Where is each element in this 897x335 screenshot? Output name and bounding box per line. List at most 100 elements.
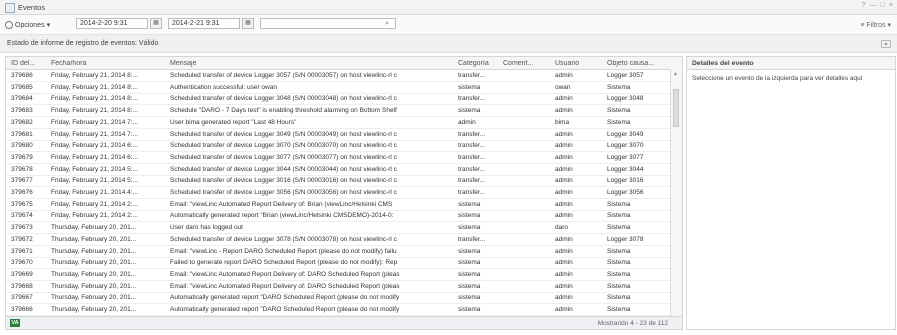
column-header-user[interactable]: Usuario [555,60,603,67]
table-row[interactable]: 379667 Thursday, February 20, 201... Autom… [6,292,670,305]
table-row[interactable]: 379678 Friday, February 21, 2014 5:... Sch… [6,164,670,176]
cell-user: admin [555,95,573,103]
cell-id: 379676 [11,189,33,196]
minimize-icon[interactable]: — [870,2,877,9]
cell-id: 379673 [11,224,33,232]
cell-datetime: Friday, February 21, 2014 5:... [51,177,138,185]
search-input[interactable]: ⌕ [260,18,396,29]
collapse-icon[interactable]: ▲ [881,40,891,48]
column-header-category[interactable]: Categoría [458,60,502,67]
cell-object: Sistema [607,200,631,208]
cell-user: bima [555,118,570,126]
scroll-up-icon[interactable]: ▲ [673,71,678,77]
cell-id: 379672 [11,235,33,243]
vertical-scrollbar[interactable]: ▲ [670,69,682,316]
cell-message: Email: "viewLinc Automated Report Delive… [170,270,400,278]
table-row[interactable]: 379684 Friday, February 21, 2014 8:... Sch… [6,93,670,106]
cell-category: sistema [458,200,481,208]
date-from-field[interactable]: 2014-2-20 9:31 [76,18,148,29]
cell-id: 379674 [11,212,33,220]
cell-category: transfer... [458,95,486,103]
filters-button[interactable]: ≡ Filtros ▾ [860,21,891,30]
cell-category: sistema [458,282,481,290]
cell-category: transfer... [458,189,486,196]
scrollbar-thumb[interactable] [673,89,679,127]
cell-id: 379675 [11,200,33,208]
cell-user: admin [555,282,573,290]
table-row[interactable]: 379668 Thursday, February 20, 201... Email… [6,281,670,293]
cell-object: Sistema [607,212,631,220]
cell-category: sistema [458,212,481,220]
cell-datetime: Friday, February 21, 2014 6:... [51,153,138,161]
cell-datetime: Thursday, February 20, 201... [51,306,137,313]
cell-user: admin [555,189,573,196]
cell-category: sistema [458,306,481,313]
cell-message: Scheduled transfer of device Logger 3044… [170,165,397,173]
close-details-icon[interactable]: » [692,59,892,65]
table-row[interactable]: 379683 Friday, February 21, 2014 8:... Sch… [6,105,670,118]
cell-id: 379682 [11,118,33,126]
cell-category: transfer... [458,130,486,138]
table-row[interactable]: 379686 Friday, February 21, 2014 8:... Sch… [6,70,670,82]
cell-id: 379670 [11,259,33,267]
details-message: Seleccione un evento de la izquierda par… [692,75,863,82]
table-row[interactable]: 379666 Thursday, February 20, 201... Autom… [6,304,670,316]
table-row[interactable]: 379676 Friday, February 21, 2014 4:... Sch… [6,187,670,199]
cell-message: Email: "viewLinc - Report DARO Scheduled… [170,247,397,255]
cell-datetime: Friday, February 21, 2014 8:... [51,83,138,91]
table-row[interactable]: 379670 Thursday, February 20, 201... Faile… [6,257,670,270]
cell-object: Logger 3016 [607,177,644,185]
date-to-field[interactable]: 2014-2-21 9:31 [168,18,240,29]
column-header-message[interactable]: Mensaje [170,60,456,67]
close-icon[interactable]: × [889,2,893,9]
cell-message: Scheduled transfer of device Logger 3049… [170,130,397,138]
cell-id: 379677 [11,177,33,185]
cell-datetime: Friday, February 21, 2014 8:... [51,95,138,103]
table-row[interactable]: 379680 Friday, February 21, 2014 6:... Sch… [6,140,670,153]
cell-category: transfer... [458,165,486,173]
column-header-datetime[interactable]: Fecha/hora [51,60,167,67]
table-row[interactable]: 379669 Thursday, February 20, 201... Email… [6,269,670,281]
search-icon[interactable]: ⌕ [385,20,389,28]
cell-object: Sistema [607,83,631,91]
cell-message: Automatically generated report "Brian (v… [170,212,394,220]
options-button[interactable]: Opciones ▾ [5,21,50,29]
table-row[interactable]: 379673 Thursday, February 20, 201... User … [6,222,670,235]
cell-message: Scheduled transfer of device Logger 3016… [170,177,397,185]
cell-message: Scheduled transfer of device Logger 3057… [170,72,397,79]
cell-message: Scheduled transfer of device Logger 3078… [170,235,397,243]
cell-user: admin [555,153,573,161]
cell-id: 379671 [11,247,33,255]
cell-object: Logger 3048 [607,95,644,103]
table-row[interactable]: 379672 Thursday, February 20, 201... Sched… [6,234,670,246]
column-header-object[interactable]: Objeto causa... [607,60,667,67]
column-header-id[interactable]: ID del... [11,60,48,67]
cell-user: admin [555,142,573,150]
cell-message: Email: "viewLinc Automated Report Delive… [170,200,393,208]
table-row[interactable]: 379681 Friday, February 21, 2014 7:... Sch… [6,129,670,141]
cell-datetime: Friday, February 21, 2014 7:... [51,130,138,138]
cell-message: Automatically generated report "DARO Sch… [170,306,400,313]
window-controls: ? — □ × [862,2,893,9]
vaisala-logo-icon: VA [10,319,20,327]
cell-user: admin [555,165,573,173]
table-row[interactable]: 379685 Friday, February 21, 2014 8:... Aut… [6,82,670,94]
calendar-to-icon[interactable]: ▦ [242,18,254,29]
cell-message: Failed to generate report DARO Scheduled… [170,259,398,267]
calendar-from-icon[interactable]: ▦ [150,18,162,29]
cell-user: owan [555,83,571,91]
filters-label: Filtros [866,21,886,29]
cell-datetime: Friday, February 21, 2014 6:... [51,142,138,150]
maximize-icon[interactable]: □ [881,2,885,9]
cell-object: Logger 3070 [607,142,644,150]
table-row[interactable]: 379675 Friday, February 21, 2014 2:... Ema… [6,199,670,211]
table-row[interactable]: 379674 Friday, February 21, 2014 2:... Aut… [6,210,670,223]
title-bar: Eventos ? — □ × [0,0,897,15]
table-row[interactable]: 379682 Friday, February 21, 2014 7:... Use… [6,117,670,129]
cell-object: Sistema [607,247,631,255]
table-row[interactable]: 379677 Friday, February 21, 2014 5:... Sch… [6,175,670,188]
help-icon[interactable]: ? [862,2,866,9]
column-header-comments[interactable]: Coment... [503,60,549,67]
table-row[interactable]: 379671 Thursday, February 20, 201... Email… [6,246,670,258]
table-row[interactable]: 379679 Friday, February 21, 2014 6:... Sch… [6,152,670,164]
